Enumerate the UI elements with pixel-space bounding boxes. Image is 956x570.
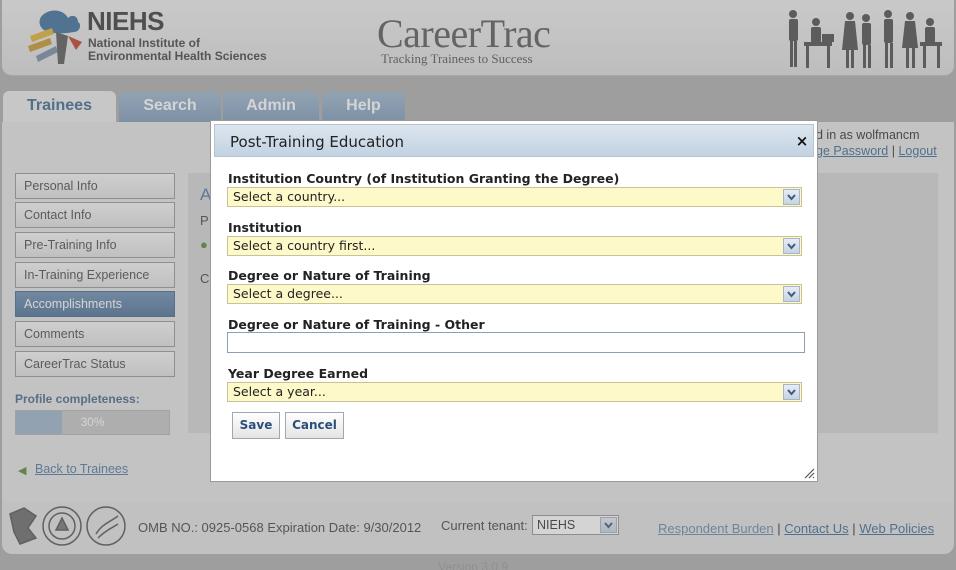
post-training-education-dialog: Post-Training Education × Institution Co… [210, 120, 818, 482]
year-degree-select[interactable]: Select a year... [227, 382, 802, 402]
year-degree-value: Select a year... [233, 384, 326, 399]
degree-other-input[interactable] [227, 332, 805, 353]
app-window: NIEHS National Institute of Environmenta… [0, 0, 956, 570]
chevron-down-icon [783, 286, 800, 302]
institution-country-label: Institution Country (of Institution Gran… [228, 171, 620, 186]
institution-value: Select a country first... [233, 238, 376, 253]
chevron-down-icon [783, 189, 800, 205]
degree-select[interactable]: Select a degree... [227, 284, 802, 304]
resize-grip-icon[interactable] [803, 467, 815, 479]
institution-label: Institution [228, 220, 302, 235]
dialog-header: Post-Training Education × [214, 124, 814, 157]
degree-other-label: Degree or Nature of Training - Other [228, 317, 485, 332]
institution-country-value: Select a country... [233, 189, 346, 204]
dialog-title: Post-Training Education [230, 133, 405, 151]
chevron-down-icon [783, 238, 800, 254]
year-degree-label: Year Degree Earned [228, 366, 369, 381]
save-button[interactable]: Save [232, 412, 280, 439]
degree-value: Select a degree... [233, 286, 343, 301]
institution-select[interactable]: Select a country first... [227, 236, 802, 256]
institution-country-select[interactable]: Select a country... [227, 187, 802, 207]
degree-label: Degree or Nature of Training [228, 268, 431, 283]
chevron-down-icon [783, 384, 800, 400]
close-icon[interactable]: × [794, 133, 810, 149]
cancel-button[interactable]: Cancel [285, 412, 344, 439]
